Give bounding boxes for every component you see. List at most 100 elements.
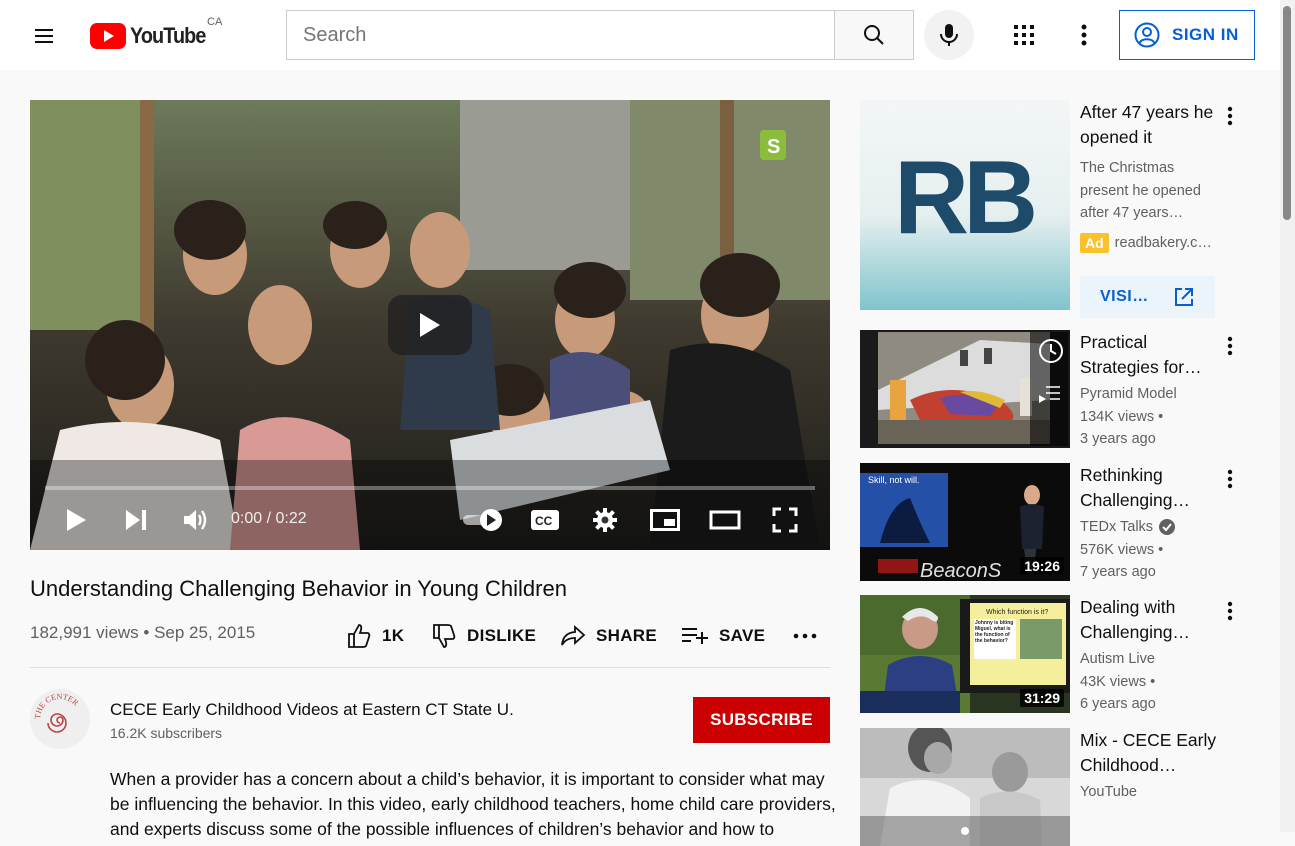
apps-button[interactable] (1002, 13, 1046, 57)
autoplay-toggle[interactable] (460, 496, 506, 544)
video-menu-button[interactable] (1220, 334, 1240, 358)
save-button[interactable]: SAVE (681, 620, 765, 652)
upload-age: 3 years ago (1080, 431, 1156, 447)
more-horiz-icon (793, 633, 817, 639)
fullscreen-icon (772, 507, 798, 533)
video-title: Understanding Challenging Behavior in Yo… (30, 576, 567, 601)
upload-age: 7 years ago (1080, 564, 1156, 580)
settings-icon (593, 508, 617, 532)
svg-text:CC: CC (535, 514, 553, 528)
like-count: 1K (382, 626, 405, 645)
channel-name[interactable]: Autism Live (1080, 651, 1155, 667)
ad-domain: readbakery.c… (1114, 235, 1212, 251)
channel-avatar[interactable]: THE CENTER (30, 689, 90, 749)
youtube-logo[interactable]: YouTube (90, 21, 214, 51)
search-field[interactable] (286, 10, 835, 60)
captions-icon: CC (531, 510, 559, 530)
video-title[interactable]: Rethinking Challenging… (1080, 463, 1225, 513)
thumbnail-slide-title: Which function is it? (986, 609, 1048, 616)
view-count: 134K views • (1080, 409, 1164, 425)
watch-later-icon[interactable] (1038, 338, 1064, 364)
dislike-icon (433, 624, 456, 648)
mix-playlist-item[interactable]: Mix - CECE Early Childhood… YouTube (860, 728, 1280, 846)
video-thumbnail[interactable] (860, 728, 1070, 846)
open-external-icon (1174, 288, 1193, 306)
logo-wordmark: YouTube (130, 23, 206, 48)
search-input[interactable] (303, 23, 835, 47)
video-menu-button[interactable] (1220, 599, 1240, 623)
sign-in-button[interactable]: SIGN IN (1119, 10, 1255, 60)
dislike-button[interactable]: DISLIKE (431, 620, 536, 652)
apps-grid-icon (1014, 25, 1034, 45)
more-vert-icon (1227, 469, 1233, 489)
video-duration: 19:26 (1020, 557, 1064, 575)
ad-title[interactable]: After 47 years he opened it (1080, 100, 1225, 150)
fullscreen-button[interactable] (768, 496, 802, 544)
thumbnail-caption: Skill, not will. (868, 475, 920, 485)
mute-button[interactable] (178, 496, 214, 544)
video-thumbnail[interactable]: Skill, not will. BeaconS 19:26 (860, 463, 1070, 581)
verified-icon (1159, 519, 1176, 535)
divider (30, 667, 830, 668)
volume-icon (184, 510, 207, 530)
channel-logo: THE CENTER (30, 689, 90, 749)
voice-search-button[interactable] (924, 10, 974, 60)
youtube-play-icon (90, 23, 126, 49)
related-video-item[interactable]: Practical Strategies for… Pyramid Model … (860, 330, 1280, 450)
captions-button[interactable]: CC (528, 496, 562, 544)
ad-thumbnail[interactable]: RB (860, 100, 1070, 310)
subscribe-button[interactable]: SUBSCRIBE (693, 697, 830, 743)
playlist-add-icon (682, 628, 708, 644)
video-menu-button[interactable] (1220, 467, 1240, 491)
like-icon (348, 624, 371, 648)
share-icon (561, 624, 586, 646)
channel-name[interactable]: CECE Early Childhood Videos at Eastern C… (110, 700, 514, 720)
thumbnail-logo: BeaconS (920, 560, 1002, 581)
ad-thumbnail-text: RB (894, 140, 1038, 256)
share-button[interactable]: SHARE (560, 620, 657, 652)
ad-source: Ad readbakery.c… (1080, 233, 1212, 253)
like-button[interactable]: 1K (346, 620, 404, 652)
menu-icon[interactable] (22, 14, 66, 58)
video-title[interactable]: Practical Strategies for… (1080, 330, 1225, 380)
related-video-item[interactable]: Which function is it? Johnny is biting M… (860, 595, 1280, 715)
settings-button[interactable] (588, 496, 622, 544)
more-actions-button[interactable] (793, 620, 827, 652)
view-count: 43K views • (1080, 674, 1156, 690)
sign-in-label: SIGN IN (1172, 25, 1239, 44)
theater-mode-button[interactable] (708, 496, 742, 544)
channel-name[interactable]: TEDx Talks (1080, 519, 1153, 535)
play-button[interactable] (58, 496, 94, 544)
video-title[interactable]: Dealing with Challenging… (1080, 595, 1225, 645)
ad-card[interactable]: RB After 47 years he opened it The Chris… (860, 100, 1280, 320)
more-vert-icon (1227, 336, 1233, 356)
ad-badge: Ad (1080, 233, 1109, 253)
country-code: CA (207, 16, 223, 28)
related-video-item[interactable]: Skill, not will. BeaconS 19:26 Rethinkin… (860, 463, 1280, 583)
video-thumbnail[interactable]: Which function is it? Johnny is biting M… (860, 595, 1070, 713)
miniplayer-button[interactable] (648, 496, 682, 544)
next-button[interactable] (118, 496, 154, 544)
subscriber-count: 16.2K subscribers (110, 725, 223, 741)
microphone-icon (940, 24, 958, 46)
play-icon (67, 509, 86, 531)
progress-bar[interactable] (45, 486, 815, 490)
search-button[interactable] (834, 10, 914, 60)
video-title[interactable]: Mix - CECE Early Childhood… (1080, 728, 1225, 778)
video-thumbnail[interactable] (860, 330, 1070, 448)
dislike-label: DISLIKE (467, 626, 537, 645)
large-play-button[interactable] (388, 295, 472, 355)
channel-name[interactable]: YouTube (1080, 784, 1137, 800)
channel-name[interactable]: Pyramid Model (1080, 386, 1177, 402)
scrollbar-thumb[interactable] (1283, 6, 1291, 220)
add-to-queue-icon[interactable] (1038, 384, 1062, 404)
settings-more-button[interactable] (1062, 13, 1106, 57)
ad-visit-button[interactable]: VISI… (1080, 276, 1215, 318)
thumbnail-slide-text: Johnny is biting Miguel, what is the fun… (975, 620, 1014, 644)
ad-description: The Christmas present he opened after 47… (1080, 160, 1201, 221)
miniplayer-icon (650, 509, 680, 531)
next-icon (126, 510, 146, 530)
share-label: SHARE (596, 626, 658, 645)
play-icon (420, 313, 440, 337)
ad-menu-button[interactable] (1220, 104, 1240, 128)
